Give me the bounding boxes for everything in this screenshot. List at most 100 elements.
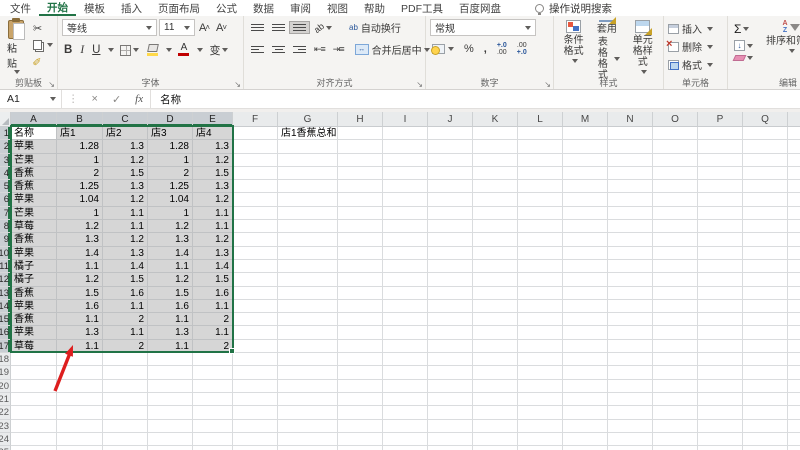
cell-Q10[interactable] — [743, 246, 788, 260]
column-header-C[interactable]: C — [103, 112, 148, 127]
cell-B16[interactable]: 1.3 — [57, 326, 103, 340]
tab-开始[interactable]: 开始 — [39, 0, 76, 16]
cell-M2[interactable] — [563, 140, 608, 154]
accounting-format-button[interactable] — [430, 43, 456, 55]
cell-Q2[interactable] — [743, 140, 788, 154]
delete-cells-button[interactable]: 删除 — [666, 38, 725, 54]
cell-F24[interactable] — [233, 432, 278, 447]
cell-N6[interactable] — [608, 193, 653, 207]
cell-F7[interactable] — [233, 206, 278, 221]
row-header-4[interactable]: 4 — [0, 166, 11, 181]
cell-L6[interactable] — [518, 193, 563, 207]
cell-D18[interactable] — [148, 353, 193, 367]
cell-Q8[interactable] — [743, 220, 788, 234]
cell-I13[interactable] — [383, 286, 428, 300]
cell-E10[interactable]: 1.3 — [193, 246, 233, 260]
tab-插入[interactable]: 插入 — [113, 0, 150, 16]
cell-Q3[interactable] — [743, 153, 788, 167]
cell-O24[interactable] — [653, 432, 698, 447]
number-format-select[interactable]: 常规 — [430, 19, 536, 36]
cell-Q6[interactable] — [743, 193, 788, 207]
cell-H9[interactable] — [338, 233, 383, 247]
cell-H16[interactable] — [338, 326, 383, 340]
cell-L15[interactable] — [518, 313, 563, 327]
cell-P4[interactable] — [698, 166, 743, 181]
cell-E6[interactable]: 1.2 — [193, 193, 233, 207]
cell-E1[interactable]: 店4 — [193, 127, 233, 141]
cell-O17[interactable] — [653, 339, 698, 354]
cell-M17[interactable] — [563, 339, 608, 354]
cell-J2[interactable] — [428, 140, 473, 154]
cell-H25[interactable] — [338, 446, 383, 450]
cell-M21[interactable] — [563, 392, 608, 407]
cell-M11[interactable] — [563, 259, 608, 274]
row-header-18[interactable]: 18 — [0, 353, 11, 367]
cell-J4[interactable] — [428, 166, 473, 181]
cell-M15[interactable] — [563, 313, 608, 327]
cell-F17[interactable] — [233, 339, 278, 354]
cell-L21[interactable] — [518, 392, 563, 407]
cell-C22[interactable] — [103, 406, 148, 420]
cancel-button[interactable]: × — [85, 90, 105, 108]
cell-O18[interactable] — [653, 353, 698, 367]
cell-H24[interactable] — [338, 432, 383, 447]
cell-F15[interactable] — [233, 313, 278, 327]
row-header-5[interactable]: 5 — [0, 180, 11, 194]
cell-D9[interactable]: 1.3 — [148, 233, 193, 247]
cell-G5[interactable] — [278, 180, 338, 194]
align-left-button[interactable] — [248, 44, 267, 56]
cell-A13[interactable]: 香蕉 — [11, 286, 57, 300]
cell-O10[interactable] — [653, 246, 698, 260]
cell-P22[interactable] — [698, 406, 743, 420]
cell-styles-button[interactable]: 单元格样式 — [625, 19, 661, 77]
cell-Q4[interactable] — [743, 166, 788, 181]
cell-P12[interactable] — [698, 273, 743, 287]
cell-H17[interactable] — [338, 339, 383, 354]
font-dialog-launcher[interactable]: ↘ — [234, 80, 241, 89]
cell-end14[interactable] — [788, 300, 800, 314]
cell-C21[interactable] — [103, 392, 148, 407]
cell-C8[interactable]: 1.1 — [103, 220, 148, 234]
cell-E2[interactable]: 1.3 — [193, 140, 233, 154]
cell-O19[interactable] — [653, 366, 698, 380]
cell-L4[interactable] — [518, 166, 563, 181]
cell-G11[interactable] — [278, 259, 338, 274]
row-header-14[interactable]: 14 — [0, 299, 11, 314]
cell-end6[interactable] — [788, 193, 800, 207]
cell-G15[interactable] — [278, 313, 338, 327]
paste-button[interactable]: 粘贴 — [4, 18, 28, 75]
align-bottom-button[interactable] — [289, 20, 310, 35]
cell-D2[interactable]: 1.28 — [148, 140, 193, 154]
cell-D23[interactable] — [148, 419, 193, 433]
row-header-3[interactable]: 3 — [0, 153, 11, 167]
cell-H23[interactable] — [338, 419, 383, 433]
cell-Q5[interactable] — [743, 180, 788, 194]
cell-K7[interactable] — [473, 206, 518, 221]
cell-I17[interactable] — [383, 339, 428, 354]
cell-P11[interactable] — [698, 259, 743, 274]
cell-J22[interactable] — [428, 406, 473, 420]
cell-C20[interactable] — [103, 379, 148, 393]
cell-J21[interactable] — [428, 392, 473, 407]
cell-B21[interactable] — [57, 392, 103, 407]
cell-G7[interactable] — [278, 206, 338, 221]
cell-I24[interactable] — [383, 432, 428, 447]
cell-E9[interactable]: 1.2 — [193, 233, 233, 247]
cell-Q7[interactable] — [743, 206, 788, 221]
cell-end2[interactable] — [788, 140, 800, 154]
cell-K21[interactable] — [473, 392, 518, 407]
align-center-button[interactable] — [269, 44, 288, 56]
cell-K12[interactable] — [473, 273, 518, 287]
cell-L10[interactable] — [518, 246, 563, 260]
cell-J8[interactable] — [428, 220, 473, 234]
cell-A9[interactable]: 香蕉 — [11, 233, 57, 247]
cell-M12[interactable] — [563, 273, 608, 287]
cell-B19[interactable] — [57, 366, 103, 380]
cell-P3[interactable] — [698, 153, 743, 167]
cell-Q24[interactable] — [743, 432, 788, 447]
cell-A7[interactable]: 芒果 — [11, 206, 57, 221]
tab-百度网盘[interactable]: 百度网盘 — [451, 0, 509, 16]
cell-O9[interactable] — [653, 233, 698, 247]
cell-B15[interactable]: 1.1 — [57, 313, 103, 327]
cell-end24[interactable] — [788, 433, 800, 447]
